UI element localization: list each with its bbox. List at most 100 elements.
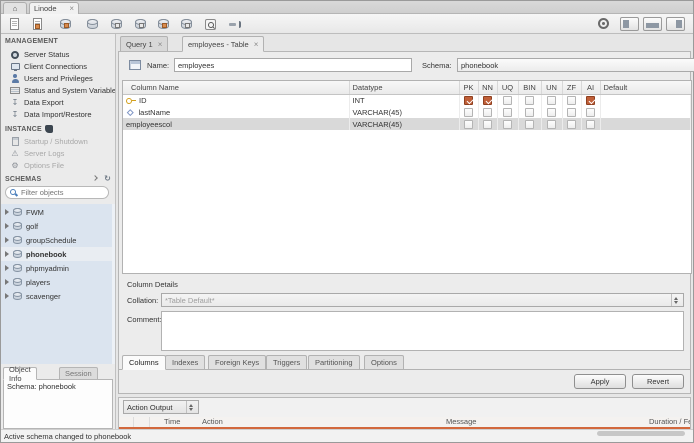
connection-tab-linode[interactable]: Linode × (29, 2, 79, 14)
header-nn[interactable]: NN (478, 81, 498, 95)
table-name-input[interactable] (174, 58, 412, 72)
nn-checkbox[interactable] (483, 96, 492, 105)
pk-checkbox[interactable] (464, 107, 473, 117)
header-default[interactable]: Default (600, 81, 691, 95)
header-datatype[interactable]: Datatype (349, 81, 460, 95)
uq-checkbox[interactable] (503, 96, 512, 105)
pk-checkbox[interactable] (464, 96, 473, 105)
toggle-output-area-icon[interactable] (643, 17, 662, 31)
tab-triggers[interactable]: Triggers (266, 355, 308, 370)
create-schema-icon[interactable] (56, 16, 74, 32)
create-view-icon[interactable] (107, 16, 125, 32)
toggle-sidebar-icon[interactable] (620, 17, 639, 31)
header-message[interactable]: Message (442, 417, 645, 427)
uq-checkbox[interactable] (503, 119, 512, 129)
open-sql-script-icon[interactable] (28, 16, 46, 32)
ai-checkbox[interactable] (586, 96, 595, 105)
revert-button[interactable]: Revert (632, 374, 684, 389)
bin-checkbox[interactable] (525, 96, 534, 105)
output-index-column[interactable] (134, 417, 150, 427)
create-trigger-icon[interactable] (177, 16, 195, 32)
schema-item-phpmyadmin[interactable]: phpmyadmin (1, 261, 115, 275)
un-checkbox[interactable] (547, 107, 556, 117)
new-query-tab-icon[interactable] (5, 16, 23, 32)
output-type-select[interactable]: Action Output (123, 400, 199, 414)
sidebar-item-users-privileges[interactable]: Users and Privileges (10, 73, 115, 84)
spinner-icon[interactable] (671, 294, 680, 306)
close-icon[interactable]: × (158, 40, 163, 49)
header-pk[interactable]: PK (459, 81, 479, 95)
tab-partitioning[interactable]: Partitioning (308, 355, 360, 370)
header-time[interactable]: Time (150, 417, 198, 427)
tab-columns[interactable]: Columns (122, 355, 166, 370)
header-duration-fetch[interactable]: Duration / Fetch (645, 417, 690, 427)
schema-item-groupschedule[interactable]: groupSchedule (1, 233, 115, 247)
sidebar-item-startup-shutdown[interactable]: Startup / Shutdown (10, 136, 115, 147)
tab-options[interactable]: Options (364, 355, 404, 370)
expand-arrow-icon[interactable] (5, 209, 9, 215)
pk-checkbox[interactable] (464, 119, 473, 129)
header-ai[interactable]: AI (581, 81, 601, 95)
header-column-name[interactable]: Column Name (123, 81, 350, 95)
expand-arrow-icon[interactable] (5, 279, 9, 285)
toggle-secondary-sidebar-icon[interactable] (666, 17, 685, 31)
ai-checkbox[interactable] (586, 107, 595, 117)
sidebar-item-client-connections[interactable]: Client Connections (10, 61, 115, 72)
expand-arrow-icon[interactable] (5, 293, 9, 299)
close-icon[interactable]: × (69, 4, 74, 13)
expand-arrow-icon[interactable] (5, 237, 9, 243)
schema-filter[interactable] (5, 186, 109, 199)
ai-checkbox[interactable] (586, 119, 595, 129)
sidebar-item-options-file[interactable]: ⚙ Options File (10, 160, 115, 171)
close-icon[interactable]: × (254, 40, 259, 49)
schema-item-phonebook[interactable]: phonebook (1, 247, 115, 261)
bin-checkbox[interactable] (525, 107, 534, 117)
expand-arrow-icon[interactable] (5, 251, 9, 257)
refresh-schemas-icon[interactable]: ↻ (104, 175, 111, 183)
sidebar-item-data-import[interactable]: ↧ Data Import/Restore (10, 109, 115, 120)
sidebar-item-server-status[interactable]: Server Status (10, 49, 115, 60)
header-action[interactable]: Action (198, 417, 442, 427)
nn-checkbox[interactable] (483, 119, 492, 129)
column-row-lastname[interactable]: lastName VARCHAR(45) (123, 106, 691, 118)
search-objects-icon[interactable] (201, 16, 219, 32)
comment-textarea[interactable] (161, 311, 684, 351)
zf-checkbox[interactable] (567, 119, 576, 129)
reconnect-icon[interactable] (225, 16, 243, 32)
status-indicator-icon[interactable] (598, 18, 609, 29)
header-bin[interactable]: BIN (518, 81, 542, 95)
schema-item-golf[interactable]: golf (1, 219, 115, 233)
create-table-icon[interactable] (83, 16, 101, 32)
create-function-icon[interactable] (154, 16, 172, 32)
expand-arrow-icon[interactable] (5, 223, 9, 229)
horizontal-scrollbar[interactable] (597, 431, 685, 436)
schema-item-players[interactable]: players (1, 275, 115, 289)
sidebar-item-server-logs[interactable]: ⚠ Server Logs (10, 148, 115, 159)
tab-foreign-keys[interactable]: Foreign Keys (208, 355, 267, 370)
un-checkbox[interactable] (547, 119, 556, 129)
uq-checkbox[interactable] (503, 107, 512, 117)
un-checkbox[interactable] (547, 96, 556, 105)
tab-query-1[interactable]: Query 1 × (120, 36, 169, 52)
header-zf[interactable]: ZF (562, 81, 582, 95)
bin-checkbox[interactable] (525, 119, 534, 129)
column-row-id[interactable]: ID INT (123, 94, 691, 106)
zf-checkbox[interactable] (567, 107, 576, 117)
output-status-column[interactable] (119, 417, 134, 427)
sidebar-item-data-export[interactable]: ↧ Data Export (10, 97, 115, 108)
schema-item-scavenger[interactable]: scavenger (1, 289, 115, 303)
schema-select[interactable]: phonebook (457, 58, 694, 72)
tab-indexes[interactable]: Indexes (165, 355, 206, 370)
create-procedure-icon[interactable] (131, 16, 149, 32)
collation-select[interactable]: *Table Default* (161, 293, 684, 307)
home-tab[interactable]: ⌂ (3, 2, 27, 14)
expand-arrow-icon[interactable] (5, 265, 9, 271)
header-uq[interactable]: UQ (497, 81, 519, 95)
zf-checkbox[interactable] (567, 96, 576, 105)
nn-checkbox[interactable] (483, 107, 492, 117)
sidebar-item-system-variables[interactable]: Status and System Variables (10, 85, 115, 96)
tab-employees-table[interactable]: employees - Table × (182, 36, 265, 52)
apply-button[interactable]: Apply (574, 374, 626, 389)
schema-item-fwm[interactable]: FWM (1, 205, 115, 219)
expand-schemas-icon[interactable] (92, 174, 100, 183)
